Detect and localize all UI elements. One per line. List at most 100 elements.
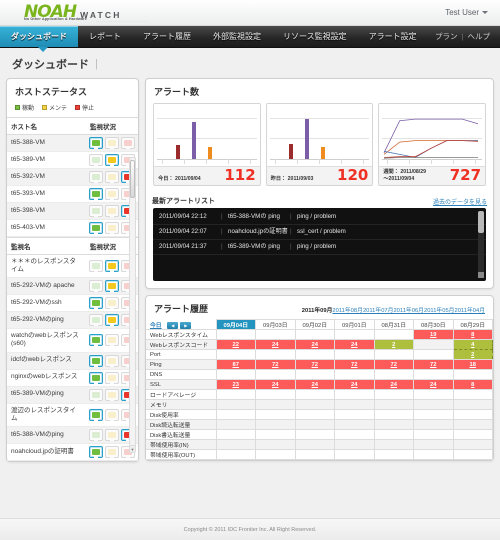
alert-history-cell[interactable]: 24 (334, 339, 375, 350)
status-maintenance-icon[interactable] (105, 388, 119, 401)
status-maintenance-icon[interactable] (105, 445, 119, 458)
alert-history-cell[interactable]: 2 (373, 339, 414, 350)
host-row[interactable]: t65-398-VM (7, 202, 138, 220)
host-row[interactable]: t65-393-VM (7, 185, 138, 203)
status-maintenance-icon[interactable] (105, 205, 119, 217)
status-active-icon[interactable] (89, 428, 103, 441)
host-row[interactable]: t65-403-VM (7, 219, 138, 237)
alert-history-cell[interactable]: 2 (452, 349, 493, 360)
monitor-row[interactable]: idcfのwebレスポンス (7, 352, 138, 370)
alert-count-link[interactable]: 23 (233, 382, 239, 388)
alert-list-item[interactable]: 2011/09/04 22:12 | t65-388-VMの ping | pi… (153, 210, 486, 226)
monitor-row[interactable]: 渡辺のレスポンスタイム (7, 403, 138, 427)
status-active-icon[interactable] (89, 445, 103, 458)
alert-count-link[interactable]: 24 (391, 382, 397, 388)
alert-history-cell[interactable]: 8 (452, 379, 493, 390)
status-maintenance-icon[interactable] (105, 354, 119, 367)
status-active-icon[interactable] (89, 408, 103, 421)
alert-history-cell[interactable]: 72 (294, 359, 335, 370)
alert-count-link[interactable]: 4 (471, 342, 474, 348)
day-column-header[interactable]: 09月01日 (334, 319, 375, 330)
alert-count-link[interactable]: 8 (471, 332, 474, 338)
alert-history-cell[interactable]: 24 (334, 379, 375, 390)
alert-count-link[interactable]: 24 (430, 382, 436, 388)
alert-history-cell[interactable]: 24 (413, 379, 454, 390)
alert-count-link[interactable]: 19 (430, 332, 436, 338)
alert-count-link[interactable]: 2 (471, 352, 474, 358)
status-active-icon[interactable] (89, 371, 103, 384)
status-maintenance-icon[interactable] (105, 280, 119, 293)
alert-count-link[interactable]: 87 (233, 362, 239, 368)
status-active-icon[interactable] (89, 334, 103, 347)
status-maintenance-icon[interactable] (105, 154, 119, 166)
alert-history-cell[interactable]: 24 (294, 339, 335, 350)
status-stopped-icon[interactable] (121, 137, 135, 149)
alert-count-link[interactable]: 2 (392, 342, 395, 348)
day-column-header[interactable]: 09月04日 (215, 319, 256, 330)
monitor-row[interactable]: ＊＊＊のレスポンスタイム (7, 254, 138, 279)
monitor-row[interactable]: watchのwebレスポンス(s60) (7, 328, 138, 353)
alert-history-cell[interactable]: 22 (215, 339, 256, 350)
alert-count-link[interactable]: 72 (351, 362, 357, 368)
status-active-icon[interactable] (89, 297, 103, 310)
alert-count-link[interactable]: 24 (272, 342, 278, 348)
status-active-icon[interactable] (89, 314, 103, 327)
status-active-icon[interactable] (89, 154, 103, 166)
status-maintenance-icon[interactable] (105, 222, 119, 234)
alert-count-link[interactable]: 72 (312, 362, 318, 368)
alert-count-card[interactable]: 昨日： 2011/09/03 120 (265, 103, 374, 186)
alert-history-cell[interactable]: 24 (255, 339, 296, 350)
alert-count-link[interactable]: 72 (391, 362, 397, 368)
day-column-header[interactable]: 09月03日 (255, 319, 296, 330)
nav-item-report[interactable]: レポート (78, 26, 132, 47)
alert-history-cell[interactable]: 72 (255, 359, 296, 370)
day-column-header[interactable]: 08月30日 (413, 319, 454, 330)
alert-list-item[interactable]: 2011/09/04 22:07 | noahcloud.jpの証明書 | ss… (153, 225, 486, 241)
latest-alerts-history-link[interactable]: 過去のデータを見る (433, 197, 487, 206)
alert-count-link[interactable]: 24 (351, 382, 357, 388)
status-maintenance-icon[interactable] (105, 334, 119, 347)
status-active-icon[interactable] (89, 388, 103, 401)
alert-history-cell[interactable]: 72 (413, 359, 454, 370)
nav-help-link[interactable]: ヘルプ (468, 31, 491, 42)
alert-count-link[interactable]: 72 (430, 362, 436, 368)
alert-history-cell[interactable]: 19 (413, 329, 454, 340)
alert-history-cell[interactable]: 72 (373, 359, 414, 370)
status-active-icon[interactable] (89, 354, 103, 367)
host-status-scroll-region[interactable]: ホスト名 監視状況 t65-388-VM t65-389-VM t65-392-… (7, 117, 138, 461)
status-active-icon[interactable] (89, 188, 103, 200)
alert-history-cell[interactable]: 8 (452, 329, 493, 340)
status-maintenance-icon[interactable] (105, 428, 119, 441)
host-row[interactable]: t65-389-VM (7, 151, 138, 169)
alert-count-link[interactable]: 8 (471, 382, 474, 388)
month-link[interactable]: 2011年04月 (454, 308, 485, 314)
month-link[interactable]: 2011年08月 (332, 308, 363, 314)
status-maintenance-icon[interactable] (105, 408, 119, 421)
nav-item-alert-settings[interactable]: アラート設定 (358, 26, 428, 47)
next-period-button[interactable]: ▶ (180, 321, 192, 329)
alert-count-link[interactable]: 22 (233, 342, 239, 348)
alert-history-cell[interactable]: 24 (294, 379, 335, 390)
alert-count-link[interactable]: 24 (351, 342, 357, 348)
alert-history-cell[interactable]: 72 (334, 359, 375, 370)
alert-history-cell[interactable]: 87 (215, 359, 256, 370)
user-menu[interactable]: Test User (441, 6, 492, 19)
alert-list-item[interactable]: 2011/09/04 21:37 | t65-389-VMの ping | pi… (153, 240, 486, 256)
status-maintenance-icon[interactable] (105, 371, 119, 384)
month-link[interactable]: 2011年07月 (363, 308, 394, 314)
month-link[interactable]: 2011年06月 (393, 308, 424, 314)
status-active-icon[interactable] (89, 260, 103, 273)
alert-count-card[interactable]: 今日： 2011/09/04 112 (153, 103, 261, 186)
status-active-icon[interactable] (89, 171, 103, 183)
scrollbar-thumb[interactable] (130, 160, 135, 198)
alert-history-cell[interactable]: 4 (452, 339, 493, 350)
alert-list-scrollbar[interactable] (478, 211, 484, 278)
alert-scrollbar-thumb[interactable] (478, 211, 484, 233)
monitor-row[interactable]: t65-292-VMのssh (7, 294, 138, 313)
nav-plan-link[interactable]: プラン (435, 31, 458, 42)
status-active-icon[interactable] (89, 222, 103, 234)
monitor-row[interactable]: nginxのwebレスポンス (7, 369, 138, 387)
status-active-icon[interactable] (89, 137, 103, 149)
status-active-icon[interactable] (89, 280, 103, 293)
alert-count-link[interactable]: 24 (312, 342, 318, 348)
